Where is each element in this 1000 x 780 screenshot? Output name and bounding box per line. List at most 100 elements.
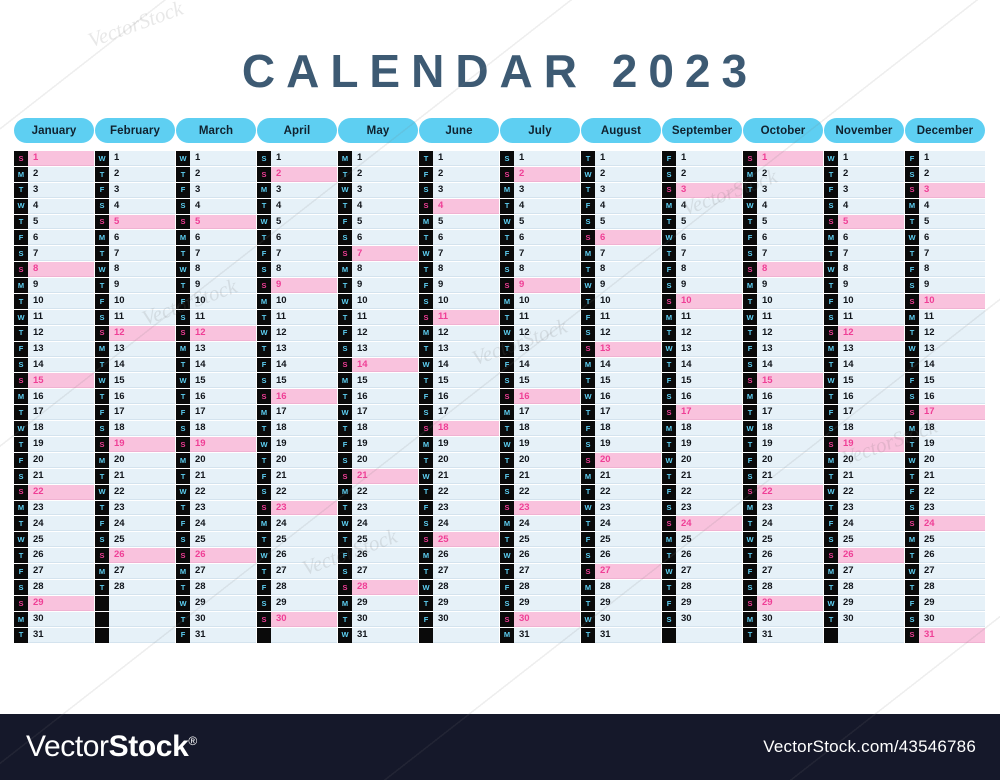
day-row[interactable]: M2 [14,166,94,183]
day-row[interactable]: W 13 [905,341,985,358]
day-row[interactable]: T6 [419,230,499,247]
day-row[interactable]: T 21 [662,468,742,485]
day-row[interactable]: S3 [905,182,985,199]
day-row[interactable]: S 15 [257,373,337,390]
day-row[interactable]: T8 [581,262,661,279]
day-row[interactable]: T7 [176,246,256,263]
day-row[interactable]: T 28 [95,580,175,596]
day-row[interactable]: M 22 [338,484,418,501]
day-row[interactable]: S8 [14,262,94,279]
day-row[interactable]: T 14 [824,357,904,374]
day-row[interactable]: F 29 [905,595,985,612]
day-row[interactable]: S 17 [905,405,985,422]
day-row[interactable]: W4 [14,198,94,215]
day-row[interactable]: T 16 [95,389,175,406]
day-row[interactable]: T6 [500,230,580,247]
day-row[interactable]: S 24 [662,516,742,533]
day-row[interactable]: T4 [257,198,337,215]
day-row[interactable]: W 22 [176,484,256,501]
day-row[interactable]: T 21 [176,468,256,485]
day-row[interactable]: F7 [257,246,337,263]
day-row[interactable]: T 11 [338,309,418,326]
day-row[interactable]: T8 [419,262,499,279]
day-row[interactable]: M 25 [662,532,742,549]
day-row[interactable]: S 29 [500,595,580,612]
day-row[interactable]: F 10 [176,294,256,310]
day-row[interactable]: F3 [95,182,175,199]
day-row[interactable]: T 24 [581,516,661,533]
day-row[interactable]: T 14 [905,357,985,374]
day-row[interactable]: S2 [500,166,580,183]
day-row[interactable]: S 22 [257,484,337,501]
day-row[interactable]: T 10 [743,294,823,310]
day-row[interactable]: S 10 [905,294,985,310]
day-row[interactable]: S 22 [500,484,580,501]
day-row[interactable]: M 24 [500,516,580,533]
day-row[interactable]: T 10 [14,294,94,310]
day-row[interactable]: W 31 [338,627,418,644]
day-row[interactable]: M 18 [905,421,985,438]
day-row[interactable]: W 26 [257,548,337,565]
day-row[interactable]: F 20 [14,452,94,469]
day-row[interactable]: S 15 [500,373,580,390]
day-row[interactable]: T 27 [419,564,499,581]
day-row[interactable]: F 22 [905,484,985,501]
day-row[interactable]: F 13 [14,341,94,358]
day-row[interactable]: S 11 [824,309,904,326]
month-header-october[interactable]: October [743,118,823,143]
day-row[interactable]: S 11 [95,309,175,326]
day-row[interactable]: W1 [176,151,256,167]
day-row[interactable]: T7 [824,246,904,263]
day-row[interactable]: F 23 [419,500,499,517]
day-row[interactable]: W8 [824,262,904,279]
day-row[interactable]: S 14 [14,357,94,374]
day-row[interactable]: T4 [338,198,418,215]
day-row[interactable]: W 21 [419,468,499,485]
day-row[interactable]: T 25 [257,532,337,549]
day-row[interactable]: S7 [743,246,823,263]
day-row[interactable]: F 24 [95,516,175,533]
day-row[interactable]: S 26 [824,548,904,565]
day-row[interactable]: W4 [743,198,823,215]
day-row[interactable]: T 15 [581,373,661,390]
day-row[interactable]: W8 [95,262,175,279]
day-row[interactable]: T 26 [14,548,94,565]
day-row[interactable]: W 11 [743,309,823,326]
day-row[interactable]: T 19 [743,437,823,453]
day-row[interactable]: T 30 [338,611,418,628]
day-row[interactable]: W 19 [257,437,337,453]
day-row[interactable]: S 22 [14,484,94,501]
day-row[interactable]: T 30 [824,611,904,628]
day-row[interactable]: T2 [824,166,904,183]
day-row[interactable]: S7 [14,246,94,263]
day-row[interactable]: M4 [662,198,742,215]
day-row[interactable]: T 19 [905,437,985,453]
day-row[interactable]: T 18 [338,421,418,438]
day-row[interactable]: W 12 [257,325,337,342]
day-row[interactable]: T 19 [662,437,742,453]
day-row[interactable]: T 17 [743,405,823,422]
day-row[interactable]: T 29 [581,595,661,612]
day-row[interactable]: F 18 [581,421,661,438]
day-row[interactable]: S4 [95,198,175,215]
day-row[interactable]: M 17 [500,405,580,422]
day-row[interactable]: T5 [14,214,94,231]
day-row[interactable]: F 19 [338,437,418,453]
day-row[interactable]: S6 [338,230,418,247]
day-row[interactable]: S9 [662,278,742,295]
day-row[interactable]: T 31 [14,627,94,644]
day-row[interactable]: S 26 [176,548,256,565]
day-row[interactable]: T 16 [338,389,418,406]
day-row[interactable]: W 20 [662,452,742,469]
day-row[interactable]: S6 [581,230,661,247]
day-row[interactable]: S 10 [419,294,499,310]
day-row[interactable]: F5 [338,214,418,231]
day-row[interactable]: S 23 [500,500,580,517]
month-header-march[interactable]: March [176,118,256,143]
month-header-december[interactable]: December [905,118,985,143]
day-row[interactable]: F 11 [581,309,661,326]
day-row[interactable]: S 25 [824,532,904,549]
day-row[interactable]: S 28 [14,580,94,596]
day-row[interactable]: T 10 [581,294,661,310]
day-row[interactable]: M 10 [500,294,580,310]
